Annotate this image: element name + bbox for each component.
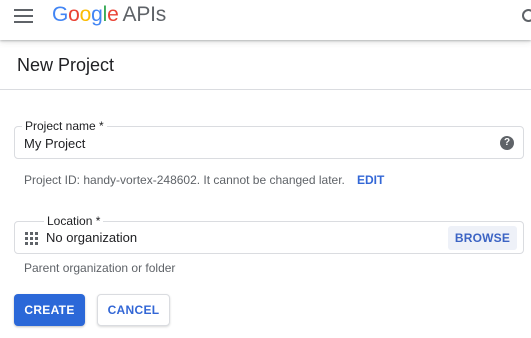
edit-project-id-link[interactable]: EDIT [357, 173, 384, 187]
project-id-hint: Project ID: handy-vortex-248602. It cann… [24, 173, 345, 187]
location-label: Location * [44, 214, 104, 228]
page-title: New Project [17, 55, 115, 75]
project-name-input[interactable] [24, 133, 494, 153]
cancel-button[interactable]: CANCEL [97, 294, 170, 326]
logo-letter: o [68, 3, 80, 26]
apis-wordmark: APIs [122, 3, 167, 26]
logo-letter: e [107, 3, 119, 26]
hamburger-menu-icon[interactable] [10, 4, 38, 28]
help-circle-icon[interactable]: ? [500, 136, 514, 150]
google-wordmark: Google [52, 3, 119, 26]
top-app-bar: Google APIs [0, 0, 531, 40]
logo-letter: g [91, 3, 103, 26]
project-name-field[interactable]: Project name * ? [14, 119, 524, 159]
project-name-label: Project name * [22, 119, 107, 133]
logo-letter: G [52, 3, 69, 26]
organization-icon [25, 232, 39, 245]
title-divider [0, 89, 531, 90]
create-button[interactable]: CREATE [14, 294, 85, 326]
location-field[interactable]: Location * No organization BROWSE [14, 214, 524, 254]
location-value: No organization [46, 230, 138, 245]
location-helper-text: Parent organization or folder [24, 261, 176, 275]
search-icon[interactable] [519, 6, 531, 26]
logo-letter: o [79, 3, 92, 26]
browse-button[interactable]: BROWSE [448, 226, 517, 250]
google-apis-logo[interactable]: Google APIs [52, 3, 166, 27]
